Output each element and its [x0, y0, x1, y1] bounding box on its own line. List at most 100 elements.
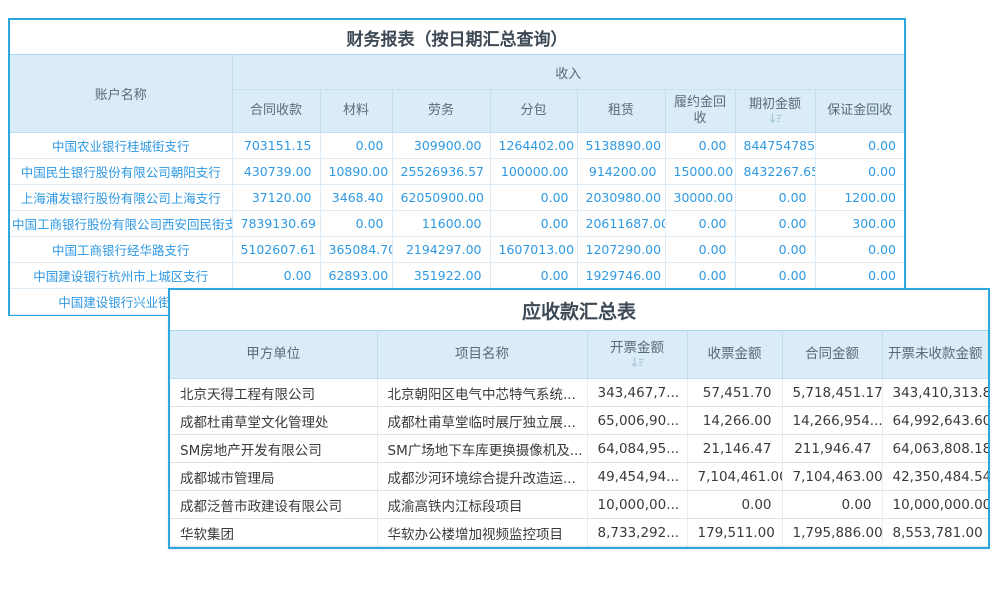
- amount-cell: 8,553,781.00: [882, 519, 988, 547]
- column-header-label: 分包: [495, 103, 573, 119]
- value-cell: 1264402.00: [490, 133, 577, 159]
- value-cell: 0.00: [490, 211, 577, 237]
- table-row[interactable]: 成都泛普市政建设有限公司成渝高铁内江标段项目10,000,00...0.000.…: [170, 491, 988, 519]
- value-cell: 1929746.00: [577, 263, 665, 289]
- table-row[interactable]: 中国民生银行股份有限公司朝阳支行430739.0010890.002552693…: [10, 159, 904, 185]
- value-cell: 0.00: [320, 211, 392, 237]
- column-header-5[interactable]: 开票未收款金额: [882, 331, 988, 379]
- table-row[interactable]: 北京天得工程有限公司北京朝阳区电气中芯特气系统...343,467,7...57…: [170, 379, 988, 407]
- value-cell: 0.00: [735, 237, 815, 263]
- column-header-0[interactable]: 甲方单位: [170, 331, 377, 379]
- value-cell: 2030980.00: [577, 185, 665, 211]
- client-cell: 华软集团: [170, 519, 377, 547]
- value-cell: 0.00: [232, 263, 320, 289]
- column-header-label: 保证金回收: [820, 103, 901, 119]
- column-header-2[interactable]: 开票金额: [587, 331, 687, 379]
- column-header-2[interactable]: 劳务: [392, 90, 490, 133]
- client-cell: 北京天得工程有限公司: [170, 379, 377, 407]
- amount-cell: 64,992,643.60: [882, 407, 988, 435]
- amount-cell: 0.00: [687, 491, 782, 519]
- column-header-4[interactable]: 租赁: [577, 90, 665, 133]
- column-header-label: 开票未收款金额: [887, 346, 985, 363]
- amount-cell: 21,146.47: [687, 435, 782, 463]
- column-header-3[interactable]: 分包: [490, 90, 577, 133]
- column-header-1[interactable]: 项目名称: [377, 331, 587, 379]
- column-header-label: 劳务: [397, 103, 486, 119]
- financial-report-title: 财务报表（按日期汇总查询）: [10, 20, 904, 55]
- amount-cell: 14,266.00: [687, 407, 782, 435]
- value-cell: 365084.70: [320, 237, 392, 263]
- column-header-1[interactable]: 材料: [320, 90, 392, 133]
- value-cell: 0.00: [320, 133, 392, 159]
- client-cell: 成都城市管理局: [170, 463, 377, 491]
- amount-cell: 1,795,886.00: [782, 519, 882, 547]
- column-header-label: 收票金额: [692, 346, 778, 363]
- column-header-0[interactable]: 合同收款: [232, 90, 320, 133]
- value-cell: 0.00: [490, 263, 577, 289]
- account-name-cell: 中国工商银行经华路支行: [10, 237, 232, 263]
- table-row[interactable]: 中国农业银行桂城街支行703151.150.00309900.001264402…: [10, 133, 904, 159]
- value-cell: 10890.00: [320, 159, 392, 185]
- amount-cell: 7,104,461.00: [687, 463, 782, 491]
- amount-cell: 343,410,313.87: [882, 379, 988, 407]
- sort-descending-icon[interactable]: [592, 357, 683, 369]
- receivables-summary-title: 应收款汇总表: [170, 290, 988, 330]
- rc-header-row: 甲方单位项目名称开票金额收票金额合同金额开票未收款金额: [170, 331, 988, 379]
- column-header-label: 期初金额: [740, 97, 811, 113]
- amount-cell: 64,084,95...: [587, 435, 687, 463]
- value-cell: 15000.00: [665, 159, 735, 185]
- column-header-5[interactable]: 履约金回收: [665, 90, 735, 133]
- amount-cell: 343,467,7...: [587, 379, 687, 407]
- table-row[interactable]: 上海浦发银行股份有限公司上海支行37120.003468.4062050900.…: [10, 185, 904, 211]
- project-cell: 北京朝阳区电气中芯特气系统...: [377, 379, 587, 407]
- amount-cell: 42,350,484.54: [882, 463, 988, 491]
- account-name-cell: 中国农业银行桂城街支行: [10, 133, 232, 159]
- column-header-label: 项目名称: [382, 346, 583, 363]
- value-cell: 0.00: [735, 263, 815, 289]
- value-cell: 20611687.00: [577, 211, 665, 237]
- column-header-label: 甲方单位: [174, 346, 373, 363]
- value-cell: 0.00: [815, 159, 904, 185]
- project-cell: 成渝高铁内江标段项目: [377, 491, 587, 519]
- value-cell: 11600.00: [392, 211, 490, 237]
- value-cell: 300.00: [815, 211, 904, 237]
- amount-cell: 10,000,00...: [587, 491, 687, 519]
- table-row[interactable]: 成都杜甫草堂文化管理处成都杜甫草堂临时展厅独立展...65,006,90...1…: [170, 407, 988, 435]
- amount-cell: 8,733,292...: [587, 519, 687, 547]
- client-cell: 成都杜甫草堂文化管理处: [170, 407, 377, 435]
- value-cell: 37120.00: [232, 185, 320, 211]
- column-header-label: 履约金回收: [670, 95, 731, 128]
- sort-descending-icon[interactable]: [740, 113, 811, 125]
- table-row[interactable]: 中国工商银行股份有限公司西安回民街支7839130.690.0011600.00…: [10, 211, 904, 237]
- column-header-7[interactable]: 保证金回收: [815, 90, 904, 133]
- account-name-cell: 中国工商银行股份有限公司西安回民街支: [10, 211, 232, 237]
- receivables-summary-panel: 应收款汇总表 甲方单位项目名称开票金额收票金额合同金额开票未收款金额 北京天得工…: [168, 288, 990, 549]
- column-header-6[interactable]: 期初金额: [735, 90, 815, 133]
- report-page: 财务报表（按日期汇总查询） 账户名称 收入 合同收款材料劳务分包租赁履约金回收期…: [0, 0, 1000, 600]
- value-cell: 7839130.69: [232, 211, 320, 237]
- value-cell: 703151.15: [232, 133, 320, 159]
- column-header-3[interactable]: 收票金额: [687, 331, 782, 379]
- value-cell: 0.00: [665, 263, 735, 289]
- project-cell: SM广场地下车库更换摄像机及...: [377, 435, 587, 463]
- value-cell: 8432267.65: [735, 159, 815, 185]
- value-cell: 914200.00: [577, 159, 665, 185]
- table-row[interactable]: 成都城市管理局成都沙河环境综合提升改造运...49,454,94...7,104…: [170, 463, 988, 491]
- column-header-label: 合同收款: [237, 103, 316, 119]
- table-row[interactable]: 华软集团华软办公楼增加视频监控项目8,733,292...179,511.001…: [170, 519, 988, 547]
- value-cell: 0.00: [815, 133, 904, 159]
- value-cell: 351922.00: [392, 263, 490, 289]
- value-cell: 100000.00: [490, 159, 577, 185]
- column-header-4[interactable]: 合同金额: [782, 331, 882, 379]
- table-row[interactable]: SM房地产开发有限公司SM广场地下车库更换摄像机及...64,084,95...…: [170, 435, 988, 463]
- account-name-column-header[interactable]: 账户名称: [10, 55, 232, 133]
- value-cell: 1607013.00: [490, 237, 577, 263]
- value-cell: 309900.00: [392, 133, 490, 159]
- table-row[interactable]: 中国建设银行杭州市上城区支行0.0062893.00351922.000.001…: [10, 263, 904, 289]
- value-cell: 430739.00: [232, 159, 320, 185]
- value-cell: 0.00: [665, 133, 735, 159]
- receivables-summary-table: 甲方单位项目名称开票金额收票金额合同金额开票未收款金额 北京天得工程有限公司北京…: [170, 330, 988, 547]
- column-header-label: 材料: [325, 103, 388, 119]
- table-row[interactable]: 中国工商银行经华路支行5102607.61365084.702194297.00…: [10, 237, 904, 263]
- value-cell: 25526936.57: [392, 159, 490, 185]
